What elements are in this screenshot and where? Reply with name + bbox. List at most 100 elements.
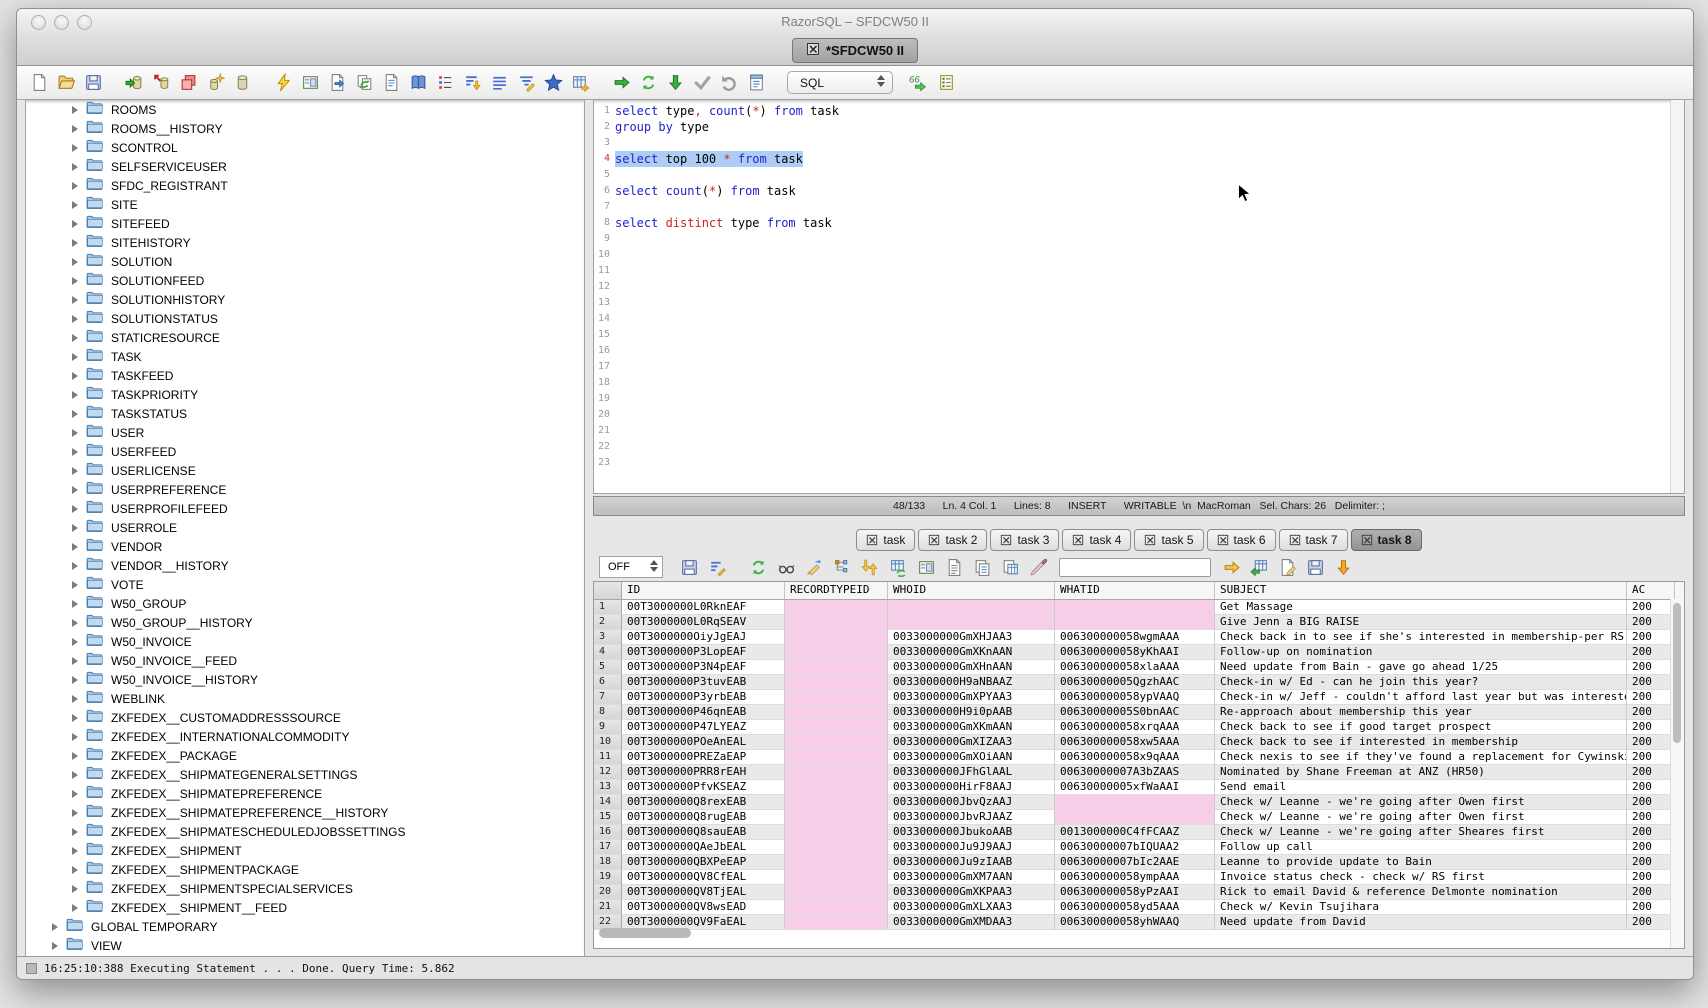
tree-item-zkfedex-internationalcommodity[interactable]: ZKFEDEX__INTERNATIONALCOMMODITY [26, 727, 584, 746]
table-cell[interactable]: 0033000000GmXOiAAN [888, 750, 1055, 765]
table-cell[interactable]: Nominated by Shane Freeman at ANZ (HR50) [1215, 765, 1627, 780]
table-cell[interactable]: 200 [1627, 720, 1675, 735]
disclosure-triangle-icon[interactable] [72, 676, 78, 684]
result-tab-task[interactable]: task [856, 529, 915, 551]
table-cell[interactable] [785, 810, 888, 825]
disclosure-triangle-icon[interactable] [72, 125, 78, 133]
commit-check-icon[interactable] [692, 72, 713, 93]
table-cell[interactable]: 0033000000GmXMDAA3 [888, 915, 1055, 930]
table-cell[interactable] [1055, 795, 1215, 810]
table-cell[interactable]: 00T3000000QAeJbEAL [622, 840, 785, 855]
export-page-icon[interactable] [327, 72, 348, 93]
table-cell[interactable]: 0033000000JbvRJAAZ [888, 810, 1055, 825]
table-cell[interactable] [785, 660, 888, 675]
table-cell[interactable]: Send email [1215, 780, 1627, 795]
table-cell[interactable]: 00T3000000P3N4pEAF [622, 660, 785, 675]
tree-item-w50-invoice[interactable]: W50_INVOICE [26, 632, 584, 651]
view-record-icon[interactable] [776, 557, 797, 578]
disclosure-triangle-icon[interactable] [72, 581, 78, 589]
tree-item-taskstatus[interactable]: TASKSTATUS [26, 404, 584, 423]
tree-item-zkfedex-shipmentspecialservices[interactable]: ZKFEDEX__SHIPMENTSPECIALSERVICES [26, 879, 584, 898]
table-cell[interactable]: 0033000000GmXPYAA3 [888, 690, 1055, 705]
table-cell[interactable]: 200 [1627, 885, 1675, 900]
preview-page-icon[interactable] [381, 72, 402, 93]
tree-item-zkfedex-shipmatepreference[interactable]: ZKFEDEX__SHIPMATEPREFERENCE [26, 784, 584, 803]
table-row[interactable]: 1600T3000000Q8sauEAB0033000000JbukoAAB00… [594, 825, 1684, 840]
table-cell[interactable]: 200 [1627, 825, 1675, 840]
edit-cell-icon[interactable] [804, 557, 825, 578]
clipboard-notes-icon[interactable] [746, 72, 767, 93]
result-tab-task-4[interactable]: task 4 [1062, 529, 1131, 551]
result-tab-task-7[interactable]: task 7 [1279, 529, 1348, 551]
tree-item-userrole[interactable]: USERROLE [26, 518, 584, 537]
table-cell[interactable]: 200 [1627, 630, 1675, 645]
table-row[interactable]: 200T3000000L0RqSEAVGive Jenn a BIG RAISE… [594, 615, 1684, 630]
editor-line[interactable]: 10 [594, 247, 1684, 263]
table-cell[interactable] [785, 705, 888, 720]
disclosure-triangle-icon[interactable] [72, 486, 78, 494]
editor-line[interactable]: 2group by type [594, 119, 1684, 135]
goto-line-icon[interactable]: 66 [907, 72, 928, 93]
disclosure-triangle-icon[interactable] [72, 296, 78, 304]
tree-item-zkfedex-package[interactable]: ZKFEDEX__PACKAGE [26, 746, 584, 765]
disclosure-triangle-icon[interactable] [72, 543, 78, 551]
disclosure-triangle-icon[interactable] [72, 695, 78, 703]
editor-line[interactable]: 9 [594, 231, 1684, 247]
table-cell[interactable]: 0033000000GmXKmAAN [888, 720, 1055, 735]
tree-item-rooms[interactable]: ROOMS [26, 100, 584, 119]
form-view-icon[interactable] [300, 72, 321, 93]
table-cell[interactable]: 200 [1627, 615, 1675, 630]
fetch-more-icon[interactable] [1333, 557, 1354, 578]
result-tab-task-5[interactable]: task 5 [1134, 529, 1203, 551]
table-cell[interactable] [888, 615, 1055, 630]
table-cell[interactable]: 00T3000000P47LYEAZ [622, 720, 785, 735]
table-cell[interactable]: Need update from David [1215, 915, 1627, 930]
column-header-id[interactable]: ID [622, 582, 785, 599]
new-file-icon[interactable] [29, 72, 50, 93]
tree-item-solutionhistory[interactable]: SOLUTIONHISTORY [26, 290, 584, 309]
table-cell[interactable] [888, 600, 1055, 615]
tree-item-view[interactable]: VIEW [26, 936, 584, 955]
table-cell[interactable]: 006300000058x9qAAA [1055, 750, 1215, 765]
disclosure-triangle-icon[interactable] [72, 239, 78, 247]
copy-table2-icon[interactable] [1000, 557, 1021, 578]
editor-line[interactable]: 1select type, count(*) from task [594, 103, 1684, 119]
column-header-subject[interactable]: SUBJECT [1215, 582, 1627, 599]
tree-item-userlicense[interactable]: USERLICENSE [26, 461, 584, 480]
sort-descending-icon[interactable] [462, 72, 483, 93]
table-cell[interactable]: 200 [1627, 840, 1675, 855]
column-list-icon[interactable] [435, 72, 456, 93]
table-row[interactable]: 400T3000000P3LopEAF0033000000GmXKnAAN006… [594, 645, 1684, 660]
tree-item-w50-invoice-feed[interactable]: W50_INVOICE__FEED [26, 651, 584, 670]
max-rows-select[interactable]: OFF [599, 556, 663, 578]
table-cell[interactable] [785, 825, 888, 840]
disclosure-triangle-icon[interactable] [72, 277, 78, 285]
execute-forward-icon[interactable] [611, 72, 632, 93]
table-cell[interactable]: 0033000000GmXKnAAN [888, 645, 1055, 660]
tree-item-zkfedex-shipmatescheduledjobssettings[interactable]: ZKFEDEX__SHIPMATESCHEDULEDJOBSSETTINGS [26, 822, 584, 841]
table-cell[interactable]: 00630000007bIc2AAE [1055, 855, 1215, 870]
table-horizontal-scroll-thumb[interactable] [599, 928, 691, 938]
table-cell[interactable]: Check back to see if interested in membe… [1215, 735, 1627, 750]
table-row[interactable]: 1300T3000000PfvKSEAZ0033000000HirF8AAJ00… [594, 780, 1684, 795]
tree-item-zkfedex-shipment[interactable]: ZKFEDEX__SHIPMENT [26, 841, 584, 860]
table-cell[interactable]: 0033000000HirF8AAJ [888, 780, 1055, 795]
table-cell[interactable]: Check w/ Leanne - we're going after Owen… [1215, 810, 1627, 825]
disclosure-triangle-icon[interactable] [72, 771, 78, 779]
tree-item-zkfedex-customaddresssource[interactable]: ZKFEDEX__CUSTOMADDRESSSOURCE [26, 708, 584, 727]
table-cell[interactable]: 200 [1627, 690, 1675, 705]
table-row[interactable]: 500T3000000P3N4pEAF0033000000GmXHnAAN006… [594, 660, 1684, 675]
go-next-icon[interactable] [1221, 557, 1242, 578]
table-cell[interactable]: Check-in w/ Ed - can he join this year? [1215, 675, 1627, 690]
table-cell[interactable]: 200 [1627, 870, 1675, 885]
table-cell[interactable] [785, 765, 888, 780]
table-cell[interactable]: Need update from Bain - gave go ahead 1/… [1215, 660, 1627, 675]
table-cell[interactable]: 0033000000GmXKPAA3 [888, 885, 1055, 900]
execute-sql-icon[interactable] [273, 72, 294, 93]
rollback-arrow-icon[interactable] [719, 72, 740, 93]
table-cell[interactable] [785, 645, 888, 660]
disclosure-triangle-icon[interactable] [72, 562, 78, 570]
table-cell[interactable]: Check w/ Kevin Tsujihara [1215, 900, 1627, 915]
table-cell[interactable]: 00T3000000Q8rexEAB [622, 795, 785, 810]
table-cell[interactable]: 0033000000GmXHnAAN [888, 660, 1055, 675]
